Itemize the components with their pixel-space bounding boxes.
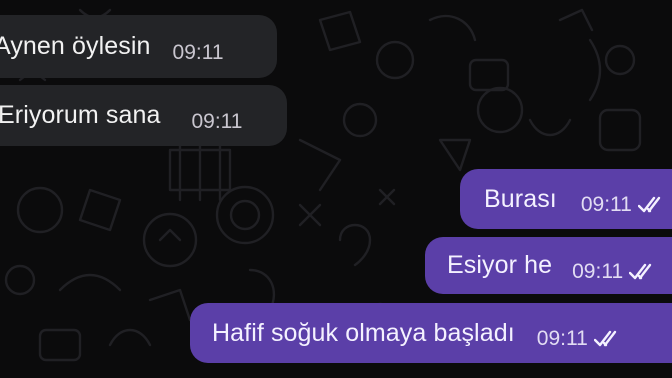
message-bubble-outgoing[interactable]: Esiyor he 09:11 (425, 237, 672, 294)
message-time: 09:11 (172, 40, 224, 64)
message-bubble-incoming[interactable]: Eriyorum sana 09:11 (0, 85, 287, 146)
message-text: Aynen öylesin (0, 32, 151, 60)
message-time: 09:11 (191, 109, 243, 133)
message-text: Esiyor he (447, 251, 553, 279)
message-bubble-outgoing[interactable]: Burası 09:11 (460, 169, 672, 229)
message-text: Burası (484, 184, 557, 213)
message-text: Eriyorum sana (0, 101, 161, 129)
message-time: 09:11 (580, 193, 632, 216)
double-check-icon (637, 196, 661, 213)
double-check-icon (593, 330, 616, 347)
message-text: Hafif soğuk olmaya başladı (212, 318, 515, 347)
message-time: 09:11 (572, 259, 624, 283)
double-check-icon (629, 263, 652, 279)
message-time: 09:11 (536, 327, 588, 350)
message-bubble-outgoing[interactable]: Hafif soğuk olmaya başladı 09:11 (190, 303, 672, 363)
message-bubble-incoming[interactable]: Aynen öylesin 09:11 (0, 15, 277, 78)
